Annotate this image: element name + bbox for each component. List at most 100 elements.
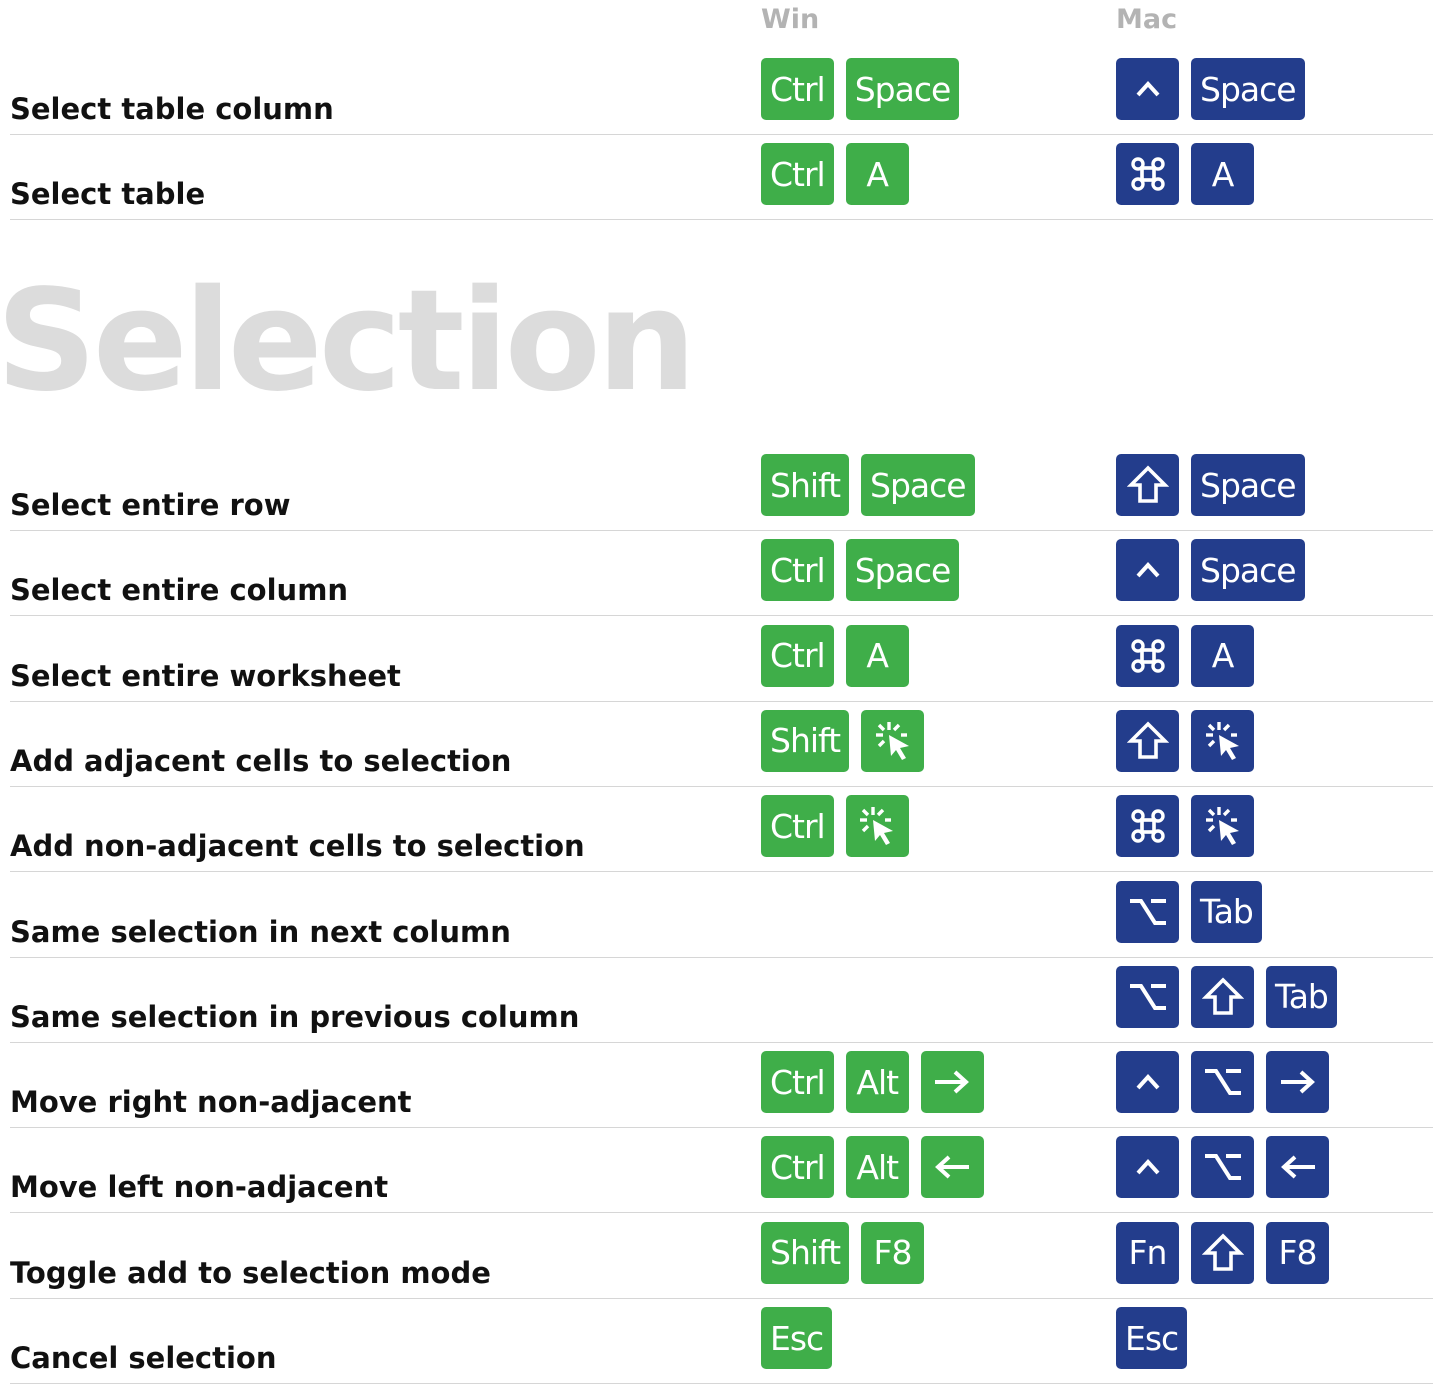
key-command [1116,795,1179,858]
shortcut-label: Same selection in next column [10,914,511,949]
shortcut-row: Move right non-adjacent Ctrl Alt [10,1043,1433,1129]
shortcut-label: Move right non-adjacent [10,1085,412,1120]
key-space: Space [1191,58,1305,120]
mac-keys [1116,795,1254,858]
shortcut-row: Add adjacent cells to selection Shift [10,702,1433,787]
shortcut-row: Move left non-adjacent Ctrl Alt [10,1128,1433,1214]
shortcut-label: Toggle add to selection mode [10,1255,491,1290]
win-keys: Ctrl Space [761,539,960,602]
click-icon [1202,805,1244,847]
win-keys: Shift Space [761,454,975,516]
win-keys: Ctrl Alt [761,1051,984,1114]
mac-keys: Tab [1116,880,1262,943]
key-space: Space [845,58,960,120]
mac-keys [1116,1136,1329,1199]
key-option [1191,1051,1254,1114]
key-alt: Alt [845,1136,909,1199]
mac-keys [1116,709,1254,772]
key-option [1191,1136,1254,1199]
shift-icon [1126,464,1169,506]
key-shift [1191,965,1254,1028]
shortcut-row: Select table column Ctrl Space Space [10,50,1433,135]
shortcut-row: Toggle add to selection mode Shift F8 Fn F8 [10,1214,1433,1299]
shortcut-row: Cancel selection Esc Esc [10,1299,1433,1384]
key-shift [1116,709,1179,772]
key-esc: Esc [1116,1307,1188,1369]
mac-keys: A [1116,624,1254,687]
key-space: Space [1191,539,1305,602]
command-icon [1129,155,1167,193]
win-keys: Ctrl Alt [761,1136,984,1199]
key-fn: Fn [1116,1221,1179,1284]
shortcut-label: Cancel selection [10,1341,277,1375]
mac-keys: Fn F8 [1116,1221,1329,1284]
click-icon [1202,720,1244,762]
key-a: A [845,143,909,206]
option-icon [1128,895,1168,929]
key-click [861,709,925,772]
win-keys: Shift [761,709,925,772]
key-click [1191,795,1254,858]
click-icon [872,720,914,762]
win-keys: Ctrl A [761,143,909,206]
shortcut-row: Select entire column Ctrl Space Space [10,531,1433,617]
key-arrow-left [920,1136,984,1199]
key-ctrl: Ctrl [761,58,834,120]
option-icon [1203,1150,1243,1184]
shift-icon [1201,1232,1244,1274]
key-space: Space [1191,454,1305,516]
mac-keys: Space [1116,58,1305,120]
mac-keys [1116,1051,1329,1114]
shortcut-label: Select entire column [10,573,349,608]
key-a: A [845,624,909,687]
option-icon [1203,1065,1243,1099]
key-ctrl: Ctrl [761,1136,834,1199]
key-option [1116,965,1179,1028]
mac-keys: Space [1116,454,1305,516]
win-keys: Ctrl [761,795,909,858]
key-ctrl: Ctrl [761,143,834,206]
command-icon [1129,807,1167,845]
control-icon [1131,1150,1165,1184]
key-option [1116,880,1179,943]
key-tab: Tab [1266,965,1337,1028]
key-command [1116,143,1179,206]
key-a: A [1191,143,1254,206]
key-ctrl: Ctrl [761,624,834,687]
key-space: Space [861,454,975,516]
control-icon [1131,553,1165,587]
key-control [1116,58,1179,120]
shift-icon [1126,720,1169,762]
shortcut-row: Same selection in next column Tab [10,873,1433,958]
control-icon [1131,72,1165,106]
key-arrow-right [920,1051,984,1114]
key-control [1116,1051,1179,1114]
mac-column-header: Mac [1116,4,1178,35]
key-ctrl: Ctrl [761,539,834,602]
section-title: Selection [0,260,696,423]
shift-icon [1201,976,1244,1018]
key-click [1191,709,1254,772]
key-shift [1116,454,1179,516]
win-keys: Shift F8 [761,1221,925,1284]
key-f8: F8 [861,1221,925,1284]
win-keys: Ctrl Space [761,58,960,120]
shortcut-row: Select table Ctrl A A [10,135,1433,221]
win-column-header: Win [761,4,820,35]
key-command [1116,624,1179,687]
option-icon [1128,980,1168,1014]
key-esc: Esc [761,1307,833,1369]
key-ctrl: Ctrl [761,795,834,858]
shortcut-row: Select entire row Shift Space Space [10,446,1433,531]
key-ctrl: Ctrl [761,1051,834,1114]
shortcut-row: Select entire worksheet Ctrl A A [10,617,1433,702]
key-shift: Shift [761,454,850,516]
shortcut-label: Select entire worksheet [10,658,401,693]
shortcut-label: Select table column [10,92,334,126]
win-keys: Esc [761,1307,833,1369]
key-alt: Alt [845,1051,909,1114]
arrow-right-icon [1279,1067,1317,1097]
win-keys: Ctrl A [761,624,909,687]
mac-keys: A [1116,143,1254,206]
arrow-right-icon [933,1067,971,1097]
